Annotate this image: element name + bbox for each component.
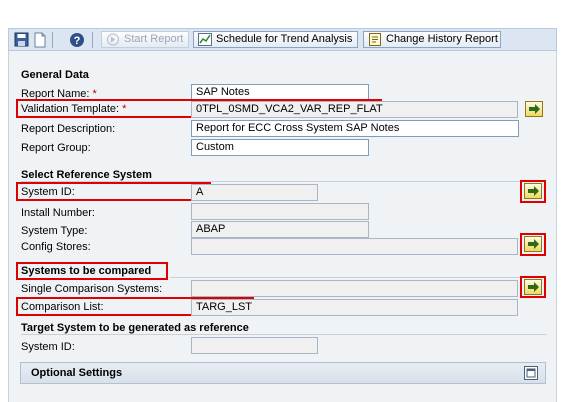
toolbar: ? Start Report Schedule for Trend Analys…	[8, 28, 557, 51]
install-number-label: Install Number:	[21, 207, 95, 219]
comparison-list-field[interactable]: TARG_LST	[191, 299, 518, 316]
systems-compared-heading: Systems to be compared	[21, 265, 152, 277]
system-type-field[interactable]: ABAP	[191, 221, 369, 238]
config-stores-field[interactable]	[191, 238, 518, 255]
svg-text:?: ?	[74, 35, 81, 47]
arrow-right-icon	[529, 104, 540, 114]
report-description-label: Report Description:	[21, 123, 116, 135]
arrow-right-icon	[528, 186, 539, 196]
target-system-id-label: System ID:	[21, 341, 75, 353]
single-comparison-field[interactable]	[191, 280, 518, 297]
section-divider	[21, 334, 546, 335]
validation-template-select-button[interactable]	[525, 101, 543, 117]
comparison-list-label: Comparison List:	[21, 301, 104, 313]
system-id-label: System ID:	[21, 186, 75, 198]
toolbar-separator	[52, 32, 53, 48]
general-data-heading: General Data	[21, 69, 89, 81]
save-icon[interactable]	[14, 32, 30, 48]
reference-system-heading: Select Reference System	[21, 169, 152, 181]
target-system-id-field[interactable]	[191, 337, 318, 354]
config-stores-select-button[interactable]	[524, 236, 542, 252]
config-stores-label: Config Stores:	[21, 241, 91, 253]
expand-icon[interactable]	[524, 366, 538, 380]
validation-template-field[interactable]: 0TPL_0SMD_VCA2_VAR_REP_FLAT	[191, 101, 518, 118]
history-report-icon	[368, 33, 382, 46]
report-group-label: Report Group:	[21, 142, 91, 154]
section-divider	[170, 277, 546, 278]
system-id-select-button[interactable]	[524, 183, 542, 199]
report-description-field[interactable]: Report for ECC Cross System SAP Notes	[191, 120, 519, 137]
optional-settings-tray[interactable]: Optional Settings	[20, 362, 546, 384]
help-icon[interactable]: ?	[69, 32, 85, 48]
document-icon[interactable]	[32, 32, 48, 48]
system-type-label: System Type:	[21, 225, 88, 237]
install-number-field[interactable]	[191, 203, 369, 220]
optional-settings-label: Optional Settings	[31, 367, 123, 379]
system-id-field[interactable]: A	[191, 184, 318, 201]
report-group-field[interactable]: Custom	[191, 139, 369, 156]
start-report-button[interactable]: Start Report	[101, 31, 189, 48]
validation-template-label: Validation Template: *	[21, 103, 127, 115]
arrow-right-icon	[528, 239, 539, 249]
change-history-report-button[interactable]: Change History Report	[363, 31, 501, 48]
target-system-heading: Target System to be generated as referen…	[21, 322, 249, 334]
single-comparison-select-button[interactable]	[524, 279, 542, 295]
arrow-right-icon	[528, 282, 539, 292]
required-marker: *	[122, 103, 127, 115]
start-report-icon	[106, 33, 120, 46]
trend-chart-icon	[198, 33, 212, 46]
single-comparison-label: Single Comparison Systems:	[21, 283, 163, 295]
toolbar-separator	[92, 32, 93, 48]
schedule-trend-analysis-button[interactable]: Schedule for Trend Analysis	[193, 31, 358, 48]
